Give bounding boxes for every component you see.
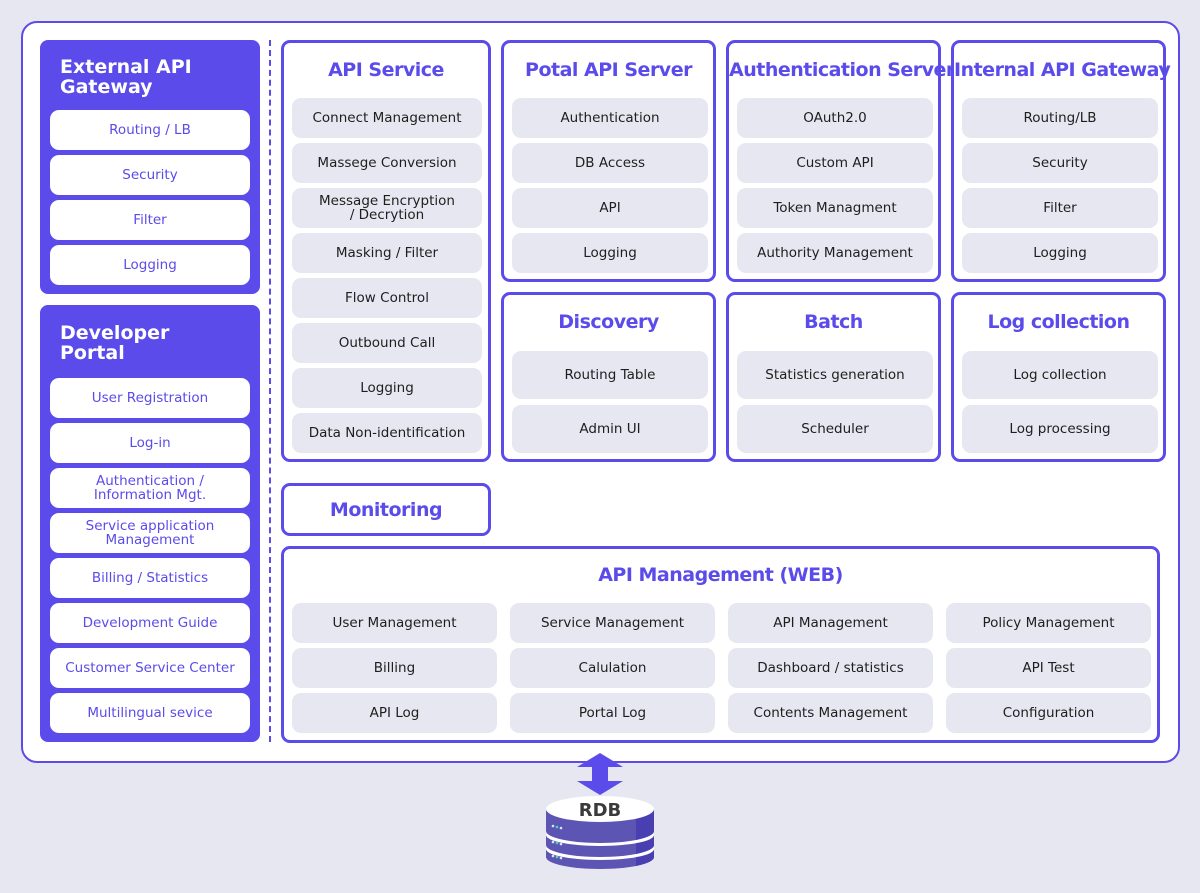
- internal-gateway-item[interactable]: Routing/LB: [962, 98, 1158, 138]
- api-management-item[interactable]: Contents Management: [728, 693, 933, 733]
- api-service-item[interactable]: Flow Control: [292, 278, 482, 318]
- api-service-item[interactable]: Message Encryption / Decrytion: [292, 188, 482, 228]
- api-service-item[interactable]: Massege Conversion: [292, 143, 482, 183]
- api-management-item[interactable]: Configuration: [946, 693, 1151, 733]
- developer-portal-item[interactable]: Service application Management: [50, 513, 250, 553]
- external-api-gateway-title: External API Gateway: [60, 56, 192, 98]
- batch-title: Batch: [804, 311, 863, 333]
- developer-portal-title: Developer Portal: [60, 322, 170, 364]
- batch-item[interactable]: Scheduler: [737, 405, 933, 453]
- internal-gateway-item[interactable]: Logging: [962, 233, 1158, 273]
- internal-api-gateway-title: Internal API Gateway: [954, 59, 1171, 81]
- api-service-box: API Service Connect Management Massege C…: [281, 40, 491, 462]
- developer-portal-item[interactable]: Multilingual sevice: [50, 693, 250, 733]
- external-gateway-item[interactable]: Logging: [50, 245, 250, 285]
- api-management-item[interactable]: User Management: [292, 603, 497, 643]
- discovery-box: Discovery Routing Table Admin UI: [501, 292, 716, 462]
- api-service-title: API Service: [328, 59, 444, 81]
- monitoring-title: Monitoring: [329, 499, 443, 521]
- external-gateway-item[interactable]: Filter: [50, 200, 250, 240]
- batch-item[interactable]: Statistics generation: [737, 351, 933, 399]
- portal-api-server-item[interactable]: API: [512, 188, 708, 228]
- developer-portal-item[interactable]: User Registration: [50, 378, 250, 418]
- discovery-item[interactable]: Admin UI: [512, 405, 708, 453]
- developer-portal-item[interactable]: Development Guide: [50, 603, 250, 643]
- authentication-server-title: Authentication Server: [729, 59, 955, 81]
- api-service-item[interactable]: Masking / Filter: [292, 233, 482, 273]
- portal-api-server-item[interactable]: Authentication: [512, 98, 708, 138]
- database-label: RDB: [578, 800, 622, 821]
- api-management-box: API Management (WEB) User Management Ser…: [281, 546, 1160, 743]
- api-service-item[interactable]: Data Non-identification: [292, 413, 482, 453]
- developer-portal-item[interactable]: Billing / Statistics: [50, 558, 250, 598]
- authentication-server-item[interactable]: Token Managment: [737, 188, 933, 228]
- authentication-server-item[interactable]: Custom API: [737, 143, 933, 183]
- api-management-item[interactable]: API Management: [728, 603, 933, 643]
- api-management-item[interactable]: API Test: [946, 648, 1151, 688]
- portal-api-server-title: Potal API Server: [525, 59, 692, 81]
- api-service-item[interactable]: Outbound Call: [292, 323, 482, 363]
- log-collection-item[interactable]: Log collection: [962, 351, 1158, 399]
- api-management-item[interactable]: Policy Management: [946, 603, 1151, 643]
- internal-gateway-item[interactable]: Filter: [962, 188, 1158, 228]
- batch-box: Batch Statistics generation Scheduler: [726, 292, 941, 462]
- api-management-item[interactable]: Billing: [292, 648, 497, 688]
- api-management-title: API Management (WEB): [598, 564, 843, 586]
- api-management-item[interactable]: Portal Log: [510, 693, 715, 733]
- authentication-server-item[interactable]: Authority Management: [737, 233, 933, 273]
- log-collection-title: Log collection: [987, 311, 1130, 333]
- developer-portal-item[interactable]: Log-in: [50, 423, 250, 463]
- internal-api-gateway-box: Internal API Gateway Routing/LB Security…: [951, 40, 1171, 282]
- portal-api-server-item[interactable]: DB Access: [512, 143, 708, 183]
- api-service-item[interactable]: Connect Management: [292, 98, 482, 138]
- api-management-item[interactable]: Dashboard / statistics: [728, 648, 933, 688]
- api-management-item[interactable]: Calulation: [510, 648, 715, 688]
- double-arrow-vertical-icon: [577, 753, 623, 795]
- api-service-item[interactable]: Logging: [292, 368, 482, 408]
- discovery-item[interactable]: Routing Table: [512, 351, 708, 399]
- api-management-item[interactable]: Service Management: [510, 603, 715, 643]
- authentication-server-item[interactable]: OAuth2.0: [737, 98, 933, 138]
- portal-api-server-item[interactable]: Logging: [512, 233, 708, 273]
- internal-gateway-item[interactable]: Security: [962, 143, 1158, 183]
- dashed-divider: [269, 40, 271, 742]
- log-collection-item[interactable]: Log processing: [962, 405, 1158, 453]
- external-gateway-item[interactable]: Security: [50, 155, 250, 195]
- developer-portal-panel: Developer Portal User Registration Log-i…: [40, 305, 260, 742]
- authentication-server-box: Authentication Server OAuth2.0 Custom AP…: [726, 40, 955, 282]
- portal-api-server-box: Potal API Server Authentication DB Acces…: [501, 40, 716, 282]
- developer-portal-item[interactable]: Customer Service Center: [50, 648, 250, 688]
- api-management-item[interactable]: API Log: [292, 693, 497, 733]
- monitoring-box[interactable]: Monitoring: [281, 483, 491, 536]
- external-api-gateway-panel: External API Gateway Routing / LB Securi…: [40, 40, 260, 294]
- discovery-title: Discovery: [558, 311, 659, 333]
- log-collection-box: Log collection Log collection Log proces…: [951, 292, 1166, 462]
- developer-portal-item[interactable]: Authentication / Information Mgt.: [50, 468, 250, 508]
- external-gateway-item[interactable]: Routing / LB: [50, 110, 250, 150]
